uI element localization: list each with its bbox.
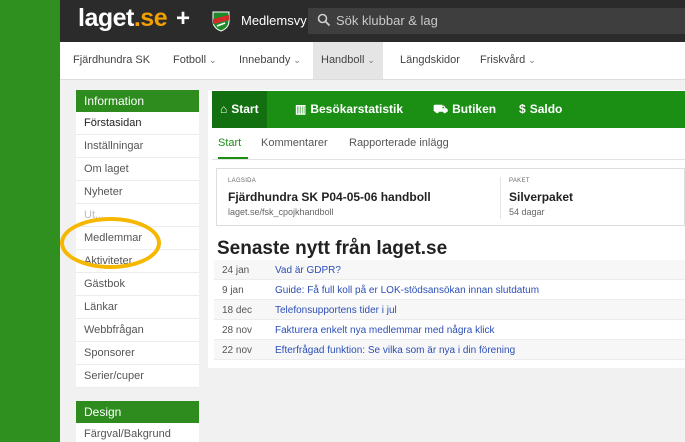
sidebar-heading: Information [76,90,199,112]
page: laget.se + Medlemsvy Sök klubbar & lag F… [60,0,685,442]
sidebar-item-webbfragan[interactable]: Webbfrågan [76,319,199,342]
news-heading: Senaste nytt från laget.se [217,238,448,259]
sidebar-heading: Design [76,401,199,423]
tab-butiken[interactable]: ⛟ Butiken [433,91,496,128]
news-link[interactable]: Telefonsupportens tider i jul [275,305,397,316]
news-date: 9 jan [222,285,244,296]
nav-label: Längdskidor [400,54,460,66]
news-link[interactable]: Fakturera enkelt nya medlemmar med några… [275,325,495,336]
laget-logo[interactable]: laget.se [78,4,168,33]
nav-label: Innebandy [239,54,291,66]
package-days: 54 dagar [509,207,545,217]
news-item: 22 nov Efterfrågad funktion: Se vilka so… [214,340,685,360]
sub-tabs: Start Kommentarer Rapporterade inlägg [212,128,685,160]
sidebar-item-gastbok[interactable]: Gästbok [76,273,199,296]
nav-fotboll[interactable]: Fotboll ⌄ [173,42,217,79]
green-tab-bar: ⌂ Start ▥ Besökarstatistik ⛟ Butiken $ Saldo [212,91,685,128]
nav-handboll[interactable]: Handboll ⌄ [313,42,383,79]
news-item: 24 jan Vad är GDPR? [214,260,685,280]
subtab-start[interactable]: Start [218,137,241,149]
main-content: ⌂ Start ▥ Besökarstatistik ⛟ Butiken $ Saldo… [208,90,685,368]
logo-main: laget [78,4,134,32]
news-list: 24 jan Vad är GDPR? 9 jan Guide: Få full… [214,260,685,360]
team-url[interactable]: laget.se/fsk_cpojkhandboll [228,207,334,217]
sidebar-item-sponsorer[interactable]: Sponsorer [76,342,199,365]
package-label: PAKET [509,178,530,184]
nav-label: Fotboll [173,54,207,66]
news-link[interactable]: Guide: Få full koll på er LOK-stödsansök… [275,285,539,296]
highlight-circle [60,217,161,269]
sidebar-item-fargval[interactable]: Färgval/Bakgrund [76,423,199,442]
nav-langdskidor[interactable]: Längdskidor [400,42,460,79]
news-date: 18 dec [222,305,253,316]
news-date: 24 jan [222,265,250,276]
search-icon [317,13,331,27]
search-input[interactable]: Sök klubbar & lag [336,13,438,28]
nav-innebandy[interactable]: Innebandy ⌄ [239,42,301,79]
sidebar-item-om-laget[interactable]: Om laget [76,158,199,181]
dollar-icon: $ [519,102,526,116]
package-name: Silverpaket [509,190,574,204]
subtab-kommentarer[interactable]: Kommentarer [261,137,328,149]
news-link[interactable]: Efterfrågad funktion: Se vilka som är ny… [275,345,515,356]
news-date: 28 nov [222,325,253,336]
news-date: 22 nov [222,345,253,356]
sidebar-item-serier-cuper[interactable]: Serier/cuper [76,365,199,388]
left-green-strip [0,0,60,442]
plus-icon[interactable]: + [176,5,190,33]
news-item: 9 jan Guide: Få full koll på er LOK-stöd… [214,280,685,300]
tab-label: Butiken [452,102,497,116]
news-item: 18 dec Telefonsupportens tider i jul [214,300,685,320]
club-badge-icon[interactable] [210,10,232,32]
sidebar-item-nyheter[interactable]: Nyheter [76,181,199,204]
top-bar: laget.se + Medlemsvy Sök klubbar & lag [60,0,685,42]
team-info-card: LAGSIDA Fjärdhundra SK P04-05-06 handbol… [216,168,685,226]
bar-chart-icon: ▥ [295,102,307,116]
chevron-down-icon: ⌄ [528,55,536,65]
team-label: LAGSIDA [228,178,257,184]
sidebar-design: Design Färgval/Bakgrund [76,401,199,442]
card-divider [500,177,501,219]
sport-nav: Fjärdhundra SK Fotboll ⌄ Innebandy ⌄ Handb… [60,42,685,80]
nav-friskvard[interactable]: Friskvård ⌄ [480,42,536,79]
cart-icon: ⛟ [433,102,449,116]
club-name[interactable]: Medlemsvy [241,13,307,28]
nav-label: Fjärdhundra SK [73,54,151,66]
tab-start[interactable]: ⌂ Start [212,91,267,128]
sidebar-item-lankar[interactable]: Länkar [76,296,199,319]
team-name: Fjärdhundra SK P04-05-06 handboll [228,190,431,204]
home-icon: ⌂ [220,102,228,116]
subtab-rapporterade[interactable]: Rapporterade inlägg [349,137,449,149]
chevron-down-icon: ⌄ [209,55,217,65]
sidebar-item-installningar[interactable]: Inställningar [76,135,199,158]
nav-club[interactable]: Fjärdhundra SK [73,42,150,79]
nav-label: Friskvård [480,54,526,66]
news-link[interactable]: Vad är GDPR? [275,265,341,276]
sidebar-item-forstasidan[interactable]: Förstasidan [76,112,199,135]
chevron-down-icon: ⌄ [293,55,301,65]
nav-label: Handboll [321,54,365,66]
news-item: 28 nov Fakturera enkelt nya medlemmar me… [214,320,685,340]
tab-label: Start [231,102,259,116]
chevron-down-icon: ⌄ [367,55,375,65]
logo-suffix: .se [133,4,168,32]
search-box[interactable]: Sök klubbar & lag [308,8,685,34]
tab-besokarstatistik[interactable]: ▥ Besökarstatistik [295,91,403,128]
tab-label: Saldo [529,102,563,116]
tab-label: Besökarstatistik [310,102,404,116]
tab-saldo[interactable]: $ Saldo [519,91,562,128]
active-tab-indicator [218,157,248,159]
